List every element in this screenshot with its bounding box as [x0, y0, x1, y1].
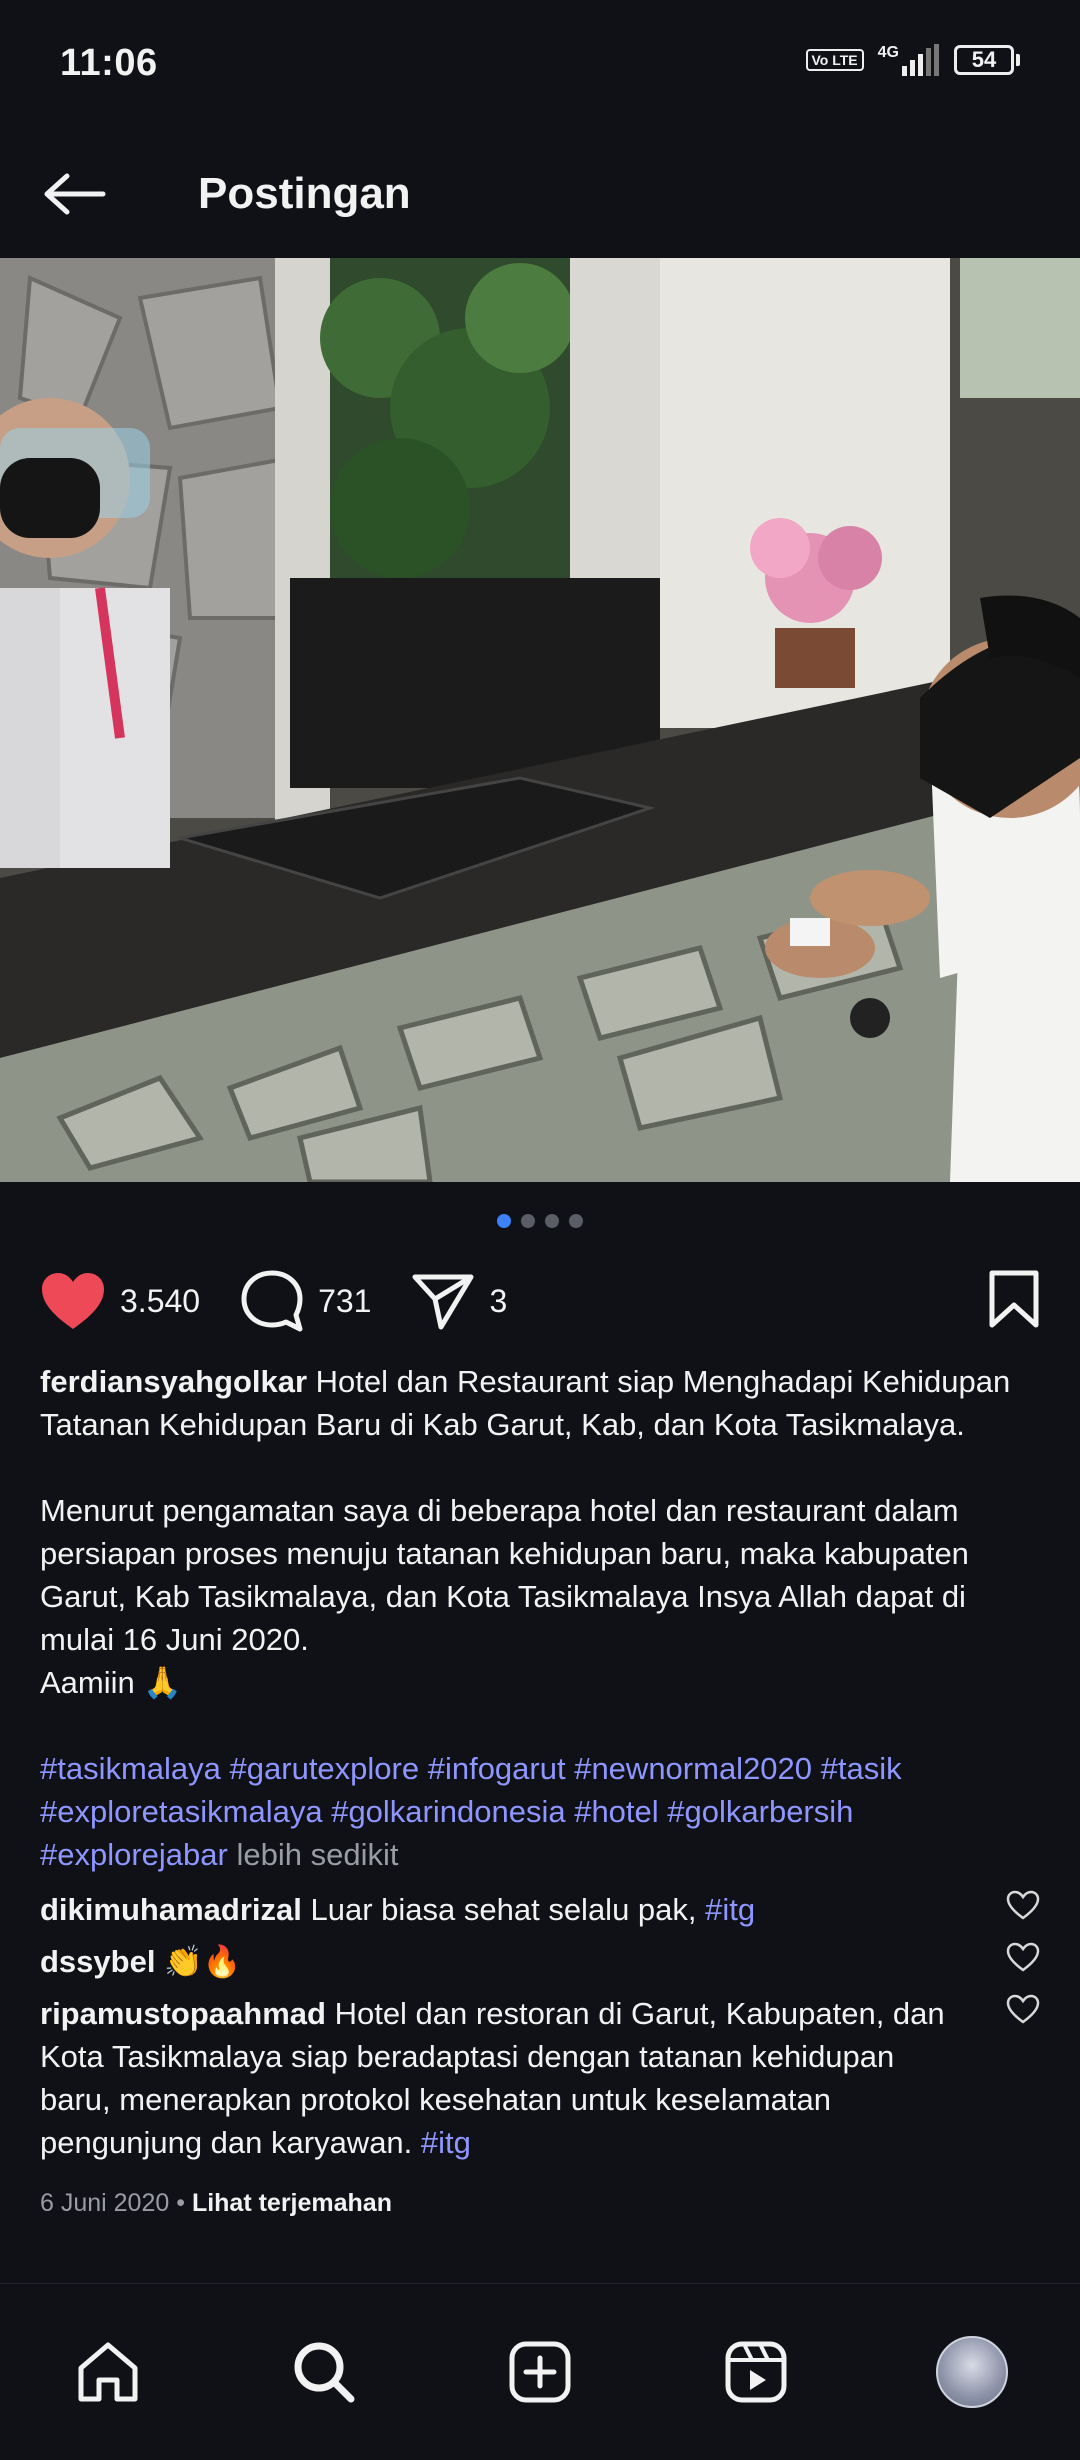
comment-icon: [241, 1270, 303, 1332]
heart-outline-icon[interactable]: [1006, 1942, 1040, 1972]
shares-count: 3: [489, 1282, 508, 1319]
search-icon: [294, 2342, 355, 2403]
comment-button[interactable]: 731: [240, 1269, 371, 1333]
share-button[interactable]: 3: [411, 1271, 507, 1331]
status-time: 11:06: [60, 42, 158, 84]
separator-dot: •: [176, 2189, 192, 2217]
battery-icon: 54: [954, 45, 1020, 75]
home-icon: [78, 2342, 138, 2402]
nav-home[interactable]: [48, 2312, 168, 2432]
comment-username[interactable]: dssybel: [40, 1944, 155, 1979]
post-content: ferdiansyahgolkar Hotel dan Restaurant s…: [40, 1360, 1040, 2225]
less-link[interactable]: lebih sedikit: [236, 1837, 398, 1872]
arrow-left-icon: [44, 173, 106, 215]
carousel-dot: [497, 1214, 511, 1228]
carousel-dot: [569, 1214, 583, 1228]
status-bar: 11:06 Vo LTE 4G 54: [0, 0, 1080, 130]
comments-count: 731: [318, 1282, 372, 1319]
bookmark-icon: [989, 1270, 1039, 1327]
comment-username[interactable]: ripamustopaahmad: [40, 1996, 326, 2031]
comment-username[interactable]: dikimuhamadrizal: [40, 1892, 302, 1927]
nav-profile[interactable]: [912, 2312, 1032, 2432]
heart-outline-icon[interactable]: [1006, 1890, 1040, 1920]
page-title: Postingan: [198, 169, 411, 218]
post-image[interactable]: [0, 258, 1080, 1182]
post-meta: 6 Juni 2020 • Lihat terjemahan: [40, 2182, 1040, 2225]
save-button[interactable]: [988, 1269, 1040, 1334]
caption-username[interactable]: ferdiansyahgolkar: [40, 1364, 307, 1399]
nav-reels[interactable]: [696, 2312, 816, 2432]
comment-hashtag[interactable]: #itg: [705, 1892, 755, 1927]
battery-level: 54: [971, 47, 997, 72]
carousel-dot: [545, 1214, 559, 1228]
heart-filled-icon: [42, 1273, 104, 1329]
caption-hashtags: #tasikmalaya #garutexplore #infogarut #n…: [40, 1747, 1040, 1876]
reels-icon: [725, 2341, 787, 2403]
status-icons: Vo LTE 4G 54: [805, 44, 1020, 76]
likes-count: 3.540: [120, 1282, 201, 1319]
like-button[interactable]: 3.540: [40, 1271, 200, 1331]
hashtag-list[interactable]: #tasikmalaya #garutexplore #infogarut #n…: [40, 1751, 902, 1872]
network-label: 4G: [877, 44, 899, 61]
carousel-indicator: [0, 1214, 1080, 1228]
nav-search[interactable]: [264, 2312, 384, 2432]
post-date: 6 Juni 2020: [40, 2189, 170, 2217]
caption-first: ferdiansyahgolkar Hotel dan Restaurant s…: [40, 1360, 1040, 1446]
comment-text: Luar biasa sehat selalu pak,: [310, 1892, 697, 1927]
nav-create[interactable]: [480, 2312, 600, 2432]
carousel-dot: [521, 1214, 535, 1228]
add-post-icon: [509, 2341, 571, 2403]
send-icon: [412, 1274, 474, 1330]
caption-paragraph2: Menurut pengamatan saya di beberapa hote…: [40, 1493, 969, 1657]
back-button[interactable]: [0, 130, 150, 258]
top-bar: Postingan: [0, 130, 1080, 258]
comment-hashtag[interactable]: #itg: [421, 2125, 471, 2160]
volte-icon: Vo LTE: [805, 49, 864, 71]
signal-icon: 4G: [878, 44, 940, 76]
post-actions: 3.540 731 3: [40, 1262, 1040, 1340]
heart-outline-icon[interactable]: [1006, 1994, 1040, 2024]
profile-avatar: [936, 2336, 1008, 2408]
comment-item: ripamustopaahmad Hotel dan restoran di G…: [40, 1992, 1040, 2164]
comment-item: dssybel 👏🔥: [40, 1940, 1040, 1983]
caption-paragraph3: Aamiin 🙏: [40, 1665, 182, 1700]
bottom-navigation: [0, 2283, 1080, 2460]
translate-link[interactable]: Lihat terjemahan: [192, 2189, 392, 2217]
comment-text: 👏🔥: [164, 1944, 242, 1979]
comment-item: dikimuhamadrizal Luar biasa sehat selalu…: [40, 1888, 1040, 1931]
